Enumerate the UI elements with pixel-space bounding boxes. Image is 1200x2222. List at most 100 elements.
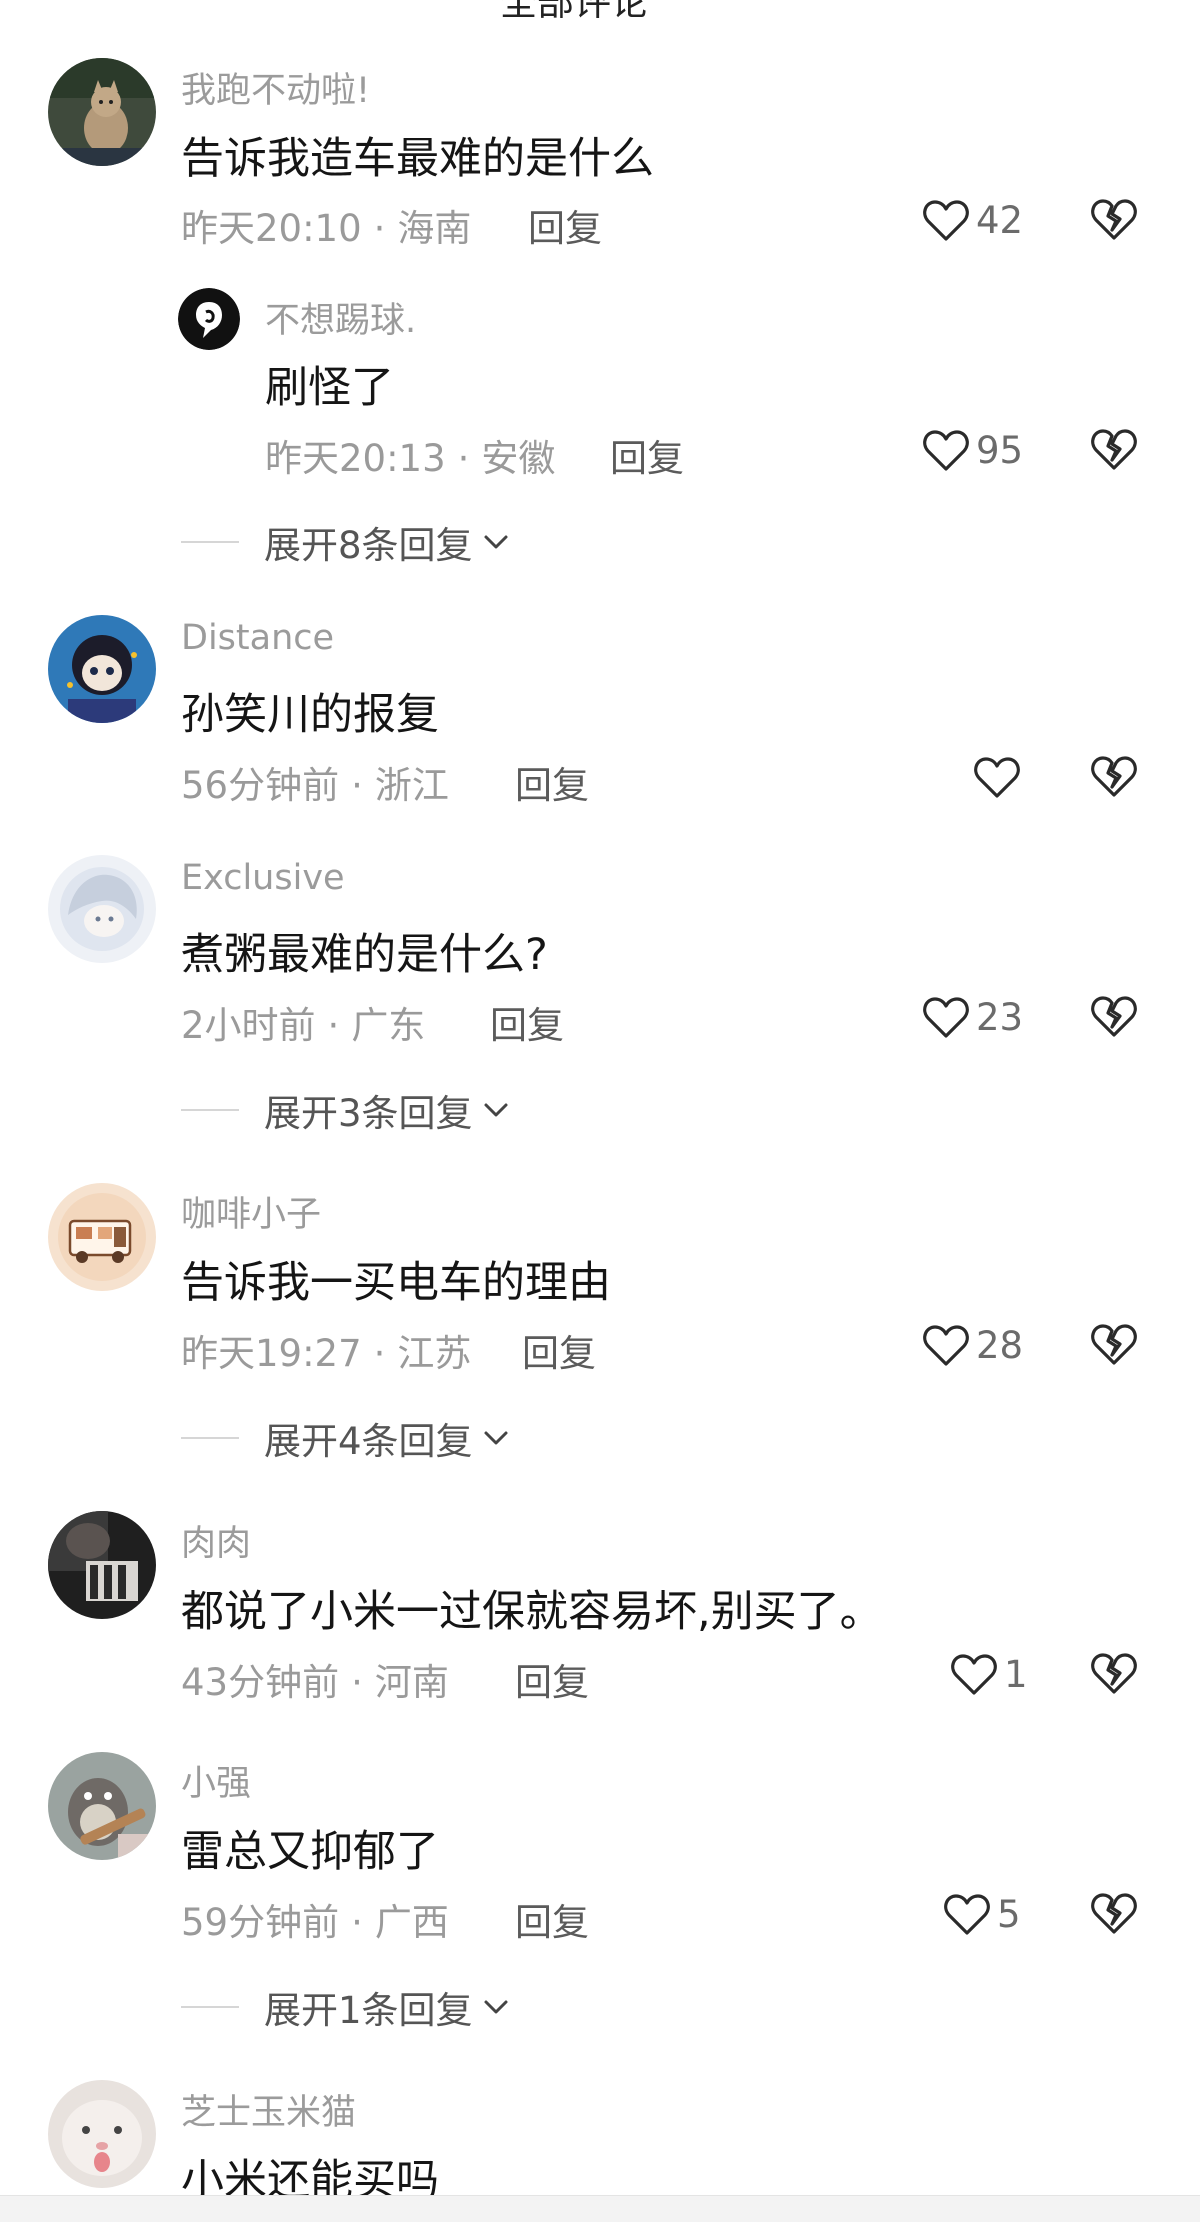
meta-separator: ·: [373, 1332, 386, 1375]
comment-meta: 2小时前 · 广东: [181, 995, 425, 1049]
meta-separator: ·: [457, 437, 470, 480]
heart-icon: [922, 1323, 970, 1367]
dark-photo-avatar-icon[interactable]: [48, 1511, 156, 1619]
chevron-down-icon: [473, 1428, 511, 1448]
divider-line: [181, 2006, 239, 2008]
broken-heart-icon: [1090, 196, 1138, 242]
comment-time: 昨天19:27: [181, 1332, 362, 1375]
divider-line: [181, 1437, 239, 1439]
comment-time: 56分钟前: [181, 764, 340, 807]
comment-meta: 昨天20:10 · 海南: [181, 198, 471, 252]
comment-text: 告诉我一买电车的理由: [181, 1258, 611, 1308]
bottom-bar: [0, 2195, 1200, 2222]
comment-text: 都说了小米一过保就容易坏,别买了。: [181, 1587, 883, 1637]
white-cat-avatar-icon[interactable]: [48, 2080, 156, 2188]
broken-heart-icon: [1090, 1321, 1138, 1367]
reply-region: 安徽: [481, 437, 556, 480]
like-count: 95: [976, 428, 1024, 472]
divider-line: [181, 541, 239, 543]
broken-heart-icon: [1090, 993, 1138, 1039]
heart-icon: [943, 1892, 991, 1936]
dislike-button[interactable]: [1090, 1890, 1138, 1936]
comment-time: 59分钟前: [181, 1901, 340, 1944]
like-button[interactable]: 95: [922, 428, 1023, 472]
reply-button[interactable]: 回复: [515, 1652, 589, 1706]
totoro-guitar-avatar-icon[interactable]: [48, 1752, 156, 1860]
chevron-down-icon: [473, 1100, 511, 1120]
expand-replies-label: 展开3条回复: [264, 1092, 473, 1135]
comment-username[interactable]: 小强: [181, 1755, 251, 1806]
comment-time: 2小时前: [181, 1004, 316, 1047]
like-count: 5: [997, 1892, 1021, 1936]
reply-button[interactable]: 回复: [522, 1323, 596, 1377]
dislike-button[interactable]: [1090, 1321, 1138, 1367]
like-button[interactable]: 23: [922, 995, 1023, 1039]
expand-replies-button[interactable]: 展开1条回复: [181, 1980, 511, 2034]
meta-separator: ·: [351, 1661, 363, 1704]
like-count: 1: [1004, 1652, 1028, 1696]
dislike-button[interactable]: [1090, 426, 1138, 472]
heart-icon: [922, 995, 970, 1039]
chevron-down-icon: [473, 1997, 511, 2017]
comment-text: 告诉我造车最难的是什么: [181, 134, 654, 184]
expand-replies-button[interactable]: 展开8条回复: [181, 515, 511, 569]
dislike-button[interactable]: [1090, 1650, 1138, 1696]
reply-button[interactable]: 回复: [610, 428, 684, 482]
heart-icon: [922, 428, 970, 472]
reply-time: 昨天20:13: [265, 437, 446, 480]
broken-heart-icon: [1090, 426, 1138, 472]
cat-avatar-icon[interactable]: [48, 58, 156, 166]
comment-region: 浙江: [374, 764, 449, 807]
comment-region: 广西: [374, 1901, 449, 1944]
black-logo-avatar-icon[interactable]: [178, 288, 240, 350]
comment-meta: 昨天19:27 · 江苏: [181, 1323, 471, 1377]
broken-heart-icon: [1090, 1890, 1138, 1936]
coffee-truck-avatar-icon[interactable]: [48, 1183, 156, 1291]
comment-time: 昨天20:10: [181, 207, 362, 250]
reply-button[interactable]: 回复: [490, 995, 564, 1049]
comment-username[interactable]: 咖啡小子: [181, 1186, 321, 1237]
expand-replies-button[interactable]: 展开3条回复: [181, 1083, 511, 1137]
broken-heart-icon: [1090, 1650, 1138, 1696]
dislike-button[interactable]: [1090, 753, 1138, 799]
like-button[interactable]: [973, 755, 1027, 799]
comment-meta: 56分钟前 · 浙江: [181, 755, 449, 809]
white-hair-avatar-icon[interactable]: [48, 855, 156, 963]
like-button[interactable]: 5: [943, 1892, 1021, 1936]
like-count: 23: [976, 995, 1024, 1039]
comment-region: 河南: [374, 1661, 449, 1704]
like-button[interactable]: 28: [922, 1323, 1023, 1367]
meta-separator: ·: [327, 1004, 340, 1047]
reply-text: 刷怪了: [265, 363, 394, 413]
like-button[interactable]: 42: [922, 198, 1023, 242]
reply-button[interactable]: 回复: [515, 1892, 589, 1946]
comment-username[interactable]: 芝士玉米猫: [181, 2084, 356, 2135]
comment-username[interactable]: 肉肉: [181, 1515, 251, 1566]
comment-username[interactable]: 我跑不动啦!: [181, 62, 370, 113]
comment-region: 广东: [351, 1004, 426, 1047]
like-count: 28: [976, 1323, 1024, 1367]
dislike-button[interactable]: [1090, 196, 1138, 242]
comment-text: 煮粥最难的是什么?: [181, 930, 548, 980]
comment-time: 43分钟前: [181, 1661, 340, 1704]
anime-girl-avatar-icon[interactable]: [48, 615, 156, 723]
comment-username[interactable]: Exclusive: [181, 858, 345, 898]
like-button[interactable]: 1: [950, 1652, 1028, 1696]
reply-username[interactable]: 不想踢球.: [265, 292, 416, 343]
reply-button[interactable]: 回复: [515, 755, 589, 809]
expand-replies-label: 展开1条回复: [264, 1989, 473, 2032]
comment-text: 孙笑川的报复: [181, 690, 439, 740]
like-count: 42: [976, 198, 1024, 242]
dislike-button[interactable]: [1090, 993, 1138, 1039]
meta-separator: ·: [351, 764, 363, 807]
clipped-header: 全部评论: [0, 0, 1200, 18]
comment-region: 海南: [397, 207, 472, 250]
comment-text: 雷总又抑郁了: [181, 1827, 439, 1877]
heart-icon: [950, 1652, 998, 1696]
expand-replies-button[interactable]: 展开4条回复: [181, 1411, 511, 1465]
divider-line: [181, 1109, 239, 1111]
heart-icon: [922, 198, 970, 242]
reply-button[interactable]: 回复: [528, 198, 602, 252]
comment-username[interactable]: Distance: [181, 618, 334, 658]
meta-separator: ·: [351, 1901, 363, 1944]
